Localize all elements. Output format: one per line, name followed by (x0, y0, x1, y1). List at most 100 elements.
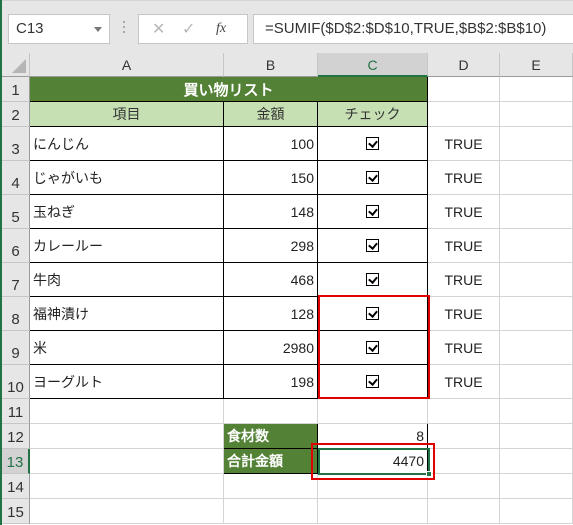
item-check-cell[interactable] (318, 127, 428, 161)
enter-icon[interactable]: ✓ (182, 19, 195, 39)
item-name-cell[interactable]: にんじん (30, 127, 224, 161)
item-price-cell[interactable]: 2980 (224, 331, 318, 365)
row-header-6[interactable]: 6 (2, 229, 30, 263)
item-flag-cell[interactable]: TRUE (428, 297, 500, 331)
cell[interactable] (318, 399, 428, 424)
total-label[interactable]: 合計金額 (224, 449, 318, 474)
total-value[interactable]: 4470 (318, 449, 428, 474)
row-header-14[interactable]: 14 (2, 474, 30, 499)
checkbox-checked-icon[interactable] (366, 375, 379, 388)
item-flag-cell[interactable]: TRUE (428, 127, 500, 161)
column-header-d[interactable]: D (428, 53, 500, 77)
drag-handle-icon[interactable] (123, 21, 126, 37)
cell[interactable] (30, 474, 224, 499)
item-price-cell[interactable]: 128 (224, 297, 318, 331)
row-header-11[interactable]: 11 (2, 399, 30, 424)
row-header-10[interactable]: 10 (2, 365, 30, 399)
item-check-cell[interactable] (318, 365, 428, 399)
cell[interactable] (500, 499, 573, 524)
name-box[interactable]: C13 (8, 14, 110, 44)
cell[interactable] (30, 499, 224, 524)
column-header-e[interactable]: E (500, 53, 573, 77)
column-label-item[interactable]: 項目 (30, 102, 224, 127)
item-check-cell[interactable] (318, 161, 428, 195)
row-header-1[interactable]: 1 (2, 77, 30, 102)
item-name-cell[interactable]: 米 (30, 331, 224, 365)
cell[interactable] (500, 195, 573, 229)
checkbox-checked-icon[interactable] (366, 137, 379, 150)
cell[interactable] (428, 449, 500, 474)
cell[interactable] (318, 499, 428, 524)
checkbox-checked-icon[interactable] (366, 239, 379, 252)
column-header-b[interactable]: B (224, 53, 318, 77)
checkbox-checked-icon[interactable] (366, 307, 379, 320)
row-header-12[interactable]: 12 (2, 424, 30, 449)
column-label-price[interactable]: 金額 (224, 102, 318, 127)
cell[interactable] (428, 102, 500, 127)
cell[interactable] (500, 102, 573, 127)
cell[interactable] (500, 399, 573, 424)
column-header-c[interactable]: C (318, 53, 428, 77)
cell[interactable] (30, 424, 224, 449)
cancel-icon[interactable]: ✕ (152, 19, 165, 39)
count-value[interactable]: 8 (318, 424, 428, 449)
item-name-cell[interactable]: ヨーグルト (30, 365, 224, 399)
item-name-cell[interactable]: 牛肉 (30, 263, 224, 297)
cell[interactable] (500, 365, 573, 399)
cell[interactable] (30, 449, 224, 474)
item-flag-cell[interactable]: TRUE (428, 161, 500, 195)
cell[interactable] (500, 263, 573, 297)
count-label[interactable]: 食材数 (224, 424, 318, 449)
cell[interactable] (428, 424, 500, 449)
cell[interactable] (500, 331, 573, 365)
row-header-5[interactable]: 5 (2, 195, 30, 229)
cell[interactable] (224, 399, 318, 424)
chevron-down-icon[interactable] (94, 27, 102, 32)
item-check-cell[interactable] (318, 331, 428, 365)
cell[interactable] (500, 229, 573, 263)
row-header-9[interactable]: 9 (2, 331, 30, 365)
row-header-8[interactable]: 8 (2, 297, 30, 331)
cell[interactable] (428, 499, 500, 524)
row-header-2[interactable]: 2 (2, 102, 30, 127)
insert-function-icon[interactable]: fx (216, 21, 226, 37)
formula-input[interactable]: =SUMIF($D$2:$D$10,TRUE,$B$2:$B$10) (253, 14, 573, 44)
row-header-13[interactable]: 13 (2, 449, 30, 474)
row-header-4[interactable]: 4 (2, 161, 30, 195)
cell[interactable] (500, 474, 573, 499)
cell[interactable] (500, 449, 573, 474)
item-flag-cell[interactable]: TRUE (428, 365, 500, 399)
cell[interactable] (30, 399, 224, 424)
item-check-cell[interactable] (318, 229, 428, 263)
item-flag-cell[interactable]: TRUE (428, 331, 500, 365)
item-check-cell[interactable] (318, 297, 428, 331)
item-price-cell[interactable]: 150 (224, 161, 318, 195)
item-price-cell[interactable]: 298 (224, 229, 318, 263)
cell[interactable] (428, 474, 500, 499)
sheet-title[interactable]: 買い物リスト (30, 77, 428, 102)
cell[interactable] (500, 161, 573, 195)
checkbox-checked-icon[interactable] (366, 341, 379, 354)
checkbox-checked-icon[interactable] (366, 171, 379, 184)
cell[interactable] (428, 77, 500, 102)
item-price-cell[interactable]: 100 (224, 127, 318, 161)
cell[interactable] (428, 399, 500, 424)
item-name-cell[interactable]: カレールー (30, 229, 224, 263)
checkbox-checked-icon[interactable] (366, 205, 379, 218)
item-name-cell[interactable]: じゃがいも (30, 161, 224, 195)
row-header-15[interactable]: 15 (2, 499, 30, 524)
cell[interactable] (224, 474, 318, 499)
select-all-button[interactable] (2, 53, 30, 77)
item-flag-cell[interactable]: TRUE (428, 195, 500, 229)
cell[interactable] (224, 499, 318, 524)
cell[interactable] (500, 297, 573, 331)
cell[interactable] (318, 474, 428, 499)
row-header-7[interactable]: 7 (2, 263, 30, 297)
cell[interactable] (500, 424, 573, 449)
item-check-cell[interactable] (318, 195, 428, 229)
checkbox-checked-icon[interactable] (366, 273, 379, 286)
item-name-cell[interactable]: 福神漬け (30, 297, 224, 331)
item-price-cell[interactable]: 468 (224, 263, 318, 297)
row-header-3[interactable]: 3 (2, 127, 30, 161)
item-price-cell[interactable]: 198 (224, 365, 318, 399)
